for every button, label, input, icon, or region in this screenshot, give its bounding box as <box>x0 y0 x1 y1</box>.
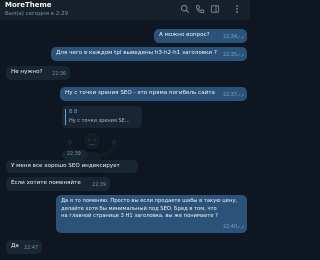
read-check-icon: ✓✓ <box>236 92 245 99</box>
message-incoming[interactable]: Да 22:47 <box>6 240 42 254</box>
message-text: Если хотите поменяйте <box>11 180 81 186</box>
message-outgoing[interactable]: Для чего в каждом tpl выведены h3-h2-h1 … <box>51 47 247 61</box>
message-text: Для чего в каждом tpl выведены h3-h2-h1 … <box>56 50 217 56</box>
chat-header: MoreTheme был(а) сегодня в 2:29 <box>0 0 250 20</box>
phone-icon[interactable] <box>195 4 205 14</box>
search-icon[interactable] <box>180 4 190 14</box>
read-check-icon: ✓✓ <box>236 224 245 231</box>
message-line: Да я то поменяю. Просто вы если продаете… <box>61 198 238 204</box>
reply-bar <box>65 109 66 125</box>
sticker-time-badge: 22:39 <box>62 150 88 160</box>
message-line: делайте хотя бы минимальный под SEO. Бре… <box>61 205 217 212</box>
read-check-icon: ✓✓ <box>236 52 245 59</box>
read-check-icon: ✓✓ <box>236 34 245 41</box>
message-text: Не нужно? <box>11 69 43 75</box>
message-time: 22:34 <box>223 34 237 40</box>
message-time: 22:47 <box>24 245 38 251</box>
reply-preview: Ну с точки зрения SE... <box>69 118 130 124</box>
message-time: 22:39 <box>92 182 106 188</box>
message-outgoing[interactable]: Ну с точки зрения SEO - это пряма погибе… <box>60 87 247 101</box>
message-text: Ну с точки зрения SEO - это пряма погибе… <box>65 90 215 96</box>
message-incoming[interactable]: Если хотите поменяйте 22:39 <box>6 177 110 191</box>
message-incoming[interactable]: Не нужно? 22:36 <box>6 66 70 80</box>
message-time: 22:40 <box>223 224 237 230</box>
message-text: А можно вопрос? <box>159 32 210 38</box>
reply-author: В В <box>69 109 78 115</box>
message-line: на главной странице 3 H1 заголовка. вы ж… <box>61 213 218 219</box>
message-time: 22:36 <box>52 71 66 77</box>
chat-title[interactable]: MoreTheme <box>5 1 52 9</box>
message-time: 22:35 <box>223 52 237 58</box>
message-outgoing[interactable]: Да я то поменяю. Просто вы если продаете… <box>56 195 247 233</box>
sidebar-icon[interactable] <box>210 4 220 14</box>
more-icon[interactable] <box>232 4 242 14</box>
message-incoming[interactable]: У меня все хорошо SEO индексирует <box>6 160 138 173</box>
message-time: 22:39 <box>67 152 81 157</box>
chat-status: был(а) сегодня в 2:29 <box>5 11 69 17</box>
message-time: 22:37 <box>223 92 237 98</box>
message-outgoing[interactable]: А можно вопрос? 22:34 ✓✓ <box>154 29 247 43</box>
message-text: У меня все хорошо SEO индексирует <box>11 163 120 169</box>
reply-quote[interactable]: В В Ну с точки зрения SE... <box>62 106 142 128</box>
message-text: Да <box>11 243 19 249</box>
